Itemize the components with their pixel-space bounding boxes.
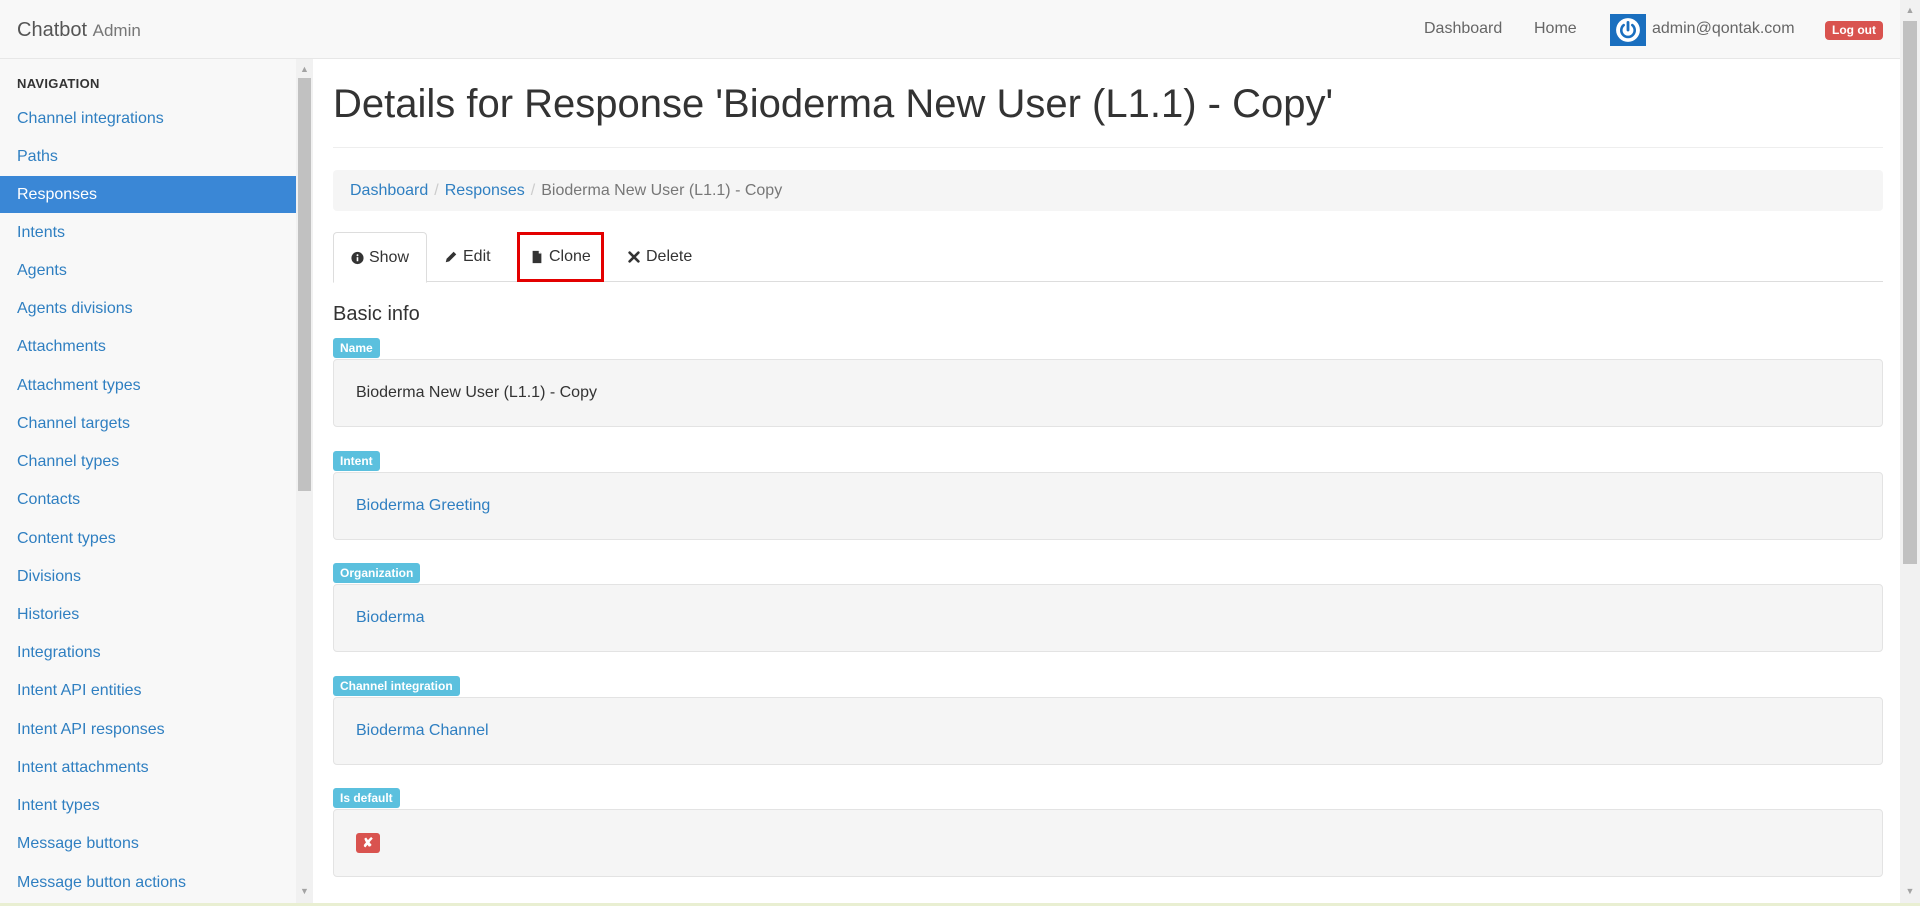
field-label-name: Name [333, 338, 380, 358]
sidebar-item-agents-divisions[interactable]: Agents divisions [0, 290, 296, 327]
times-icon [628, 251, 640, 263]
brand[interactable]: Chatbot Admin [17, 19, 141, 42]
page-scroll-down-arrow-icon[interactable]: ▼ [1900, 883, 1920, 900]
user-email[interactable]: admin@qontak.com [1652, 20, 1795, 38]
sidebar-item-channel-integrations[interactable]: Channel integrations [0, 100, 296, 137]
false-badge-icon: ✘ [356, 832, 380, 853]
sidebar-item-intent-attachments[interactable]: Intent attachments [0, 749, 296, 786]
nav-link-home[interactable]: Home [1534, 20, 1577, 38]
field-value-name: Bioderma New User (L1.1) - Copy [333, 359, 1883, 427]
field-value-is-default: ✘ [333, 809, 1883, 877]
sidebar-item-message-buttons[interactable]: Message buttons [0, 825, 296, 862]
sidebar-item-attachment-types[interactable]: Attachment types [0, 367, 296, 404]
sidebar-item-channel-targets[interactable]: Channel targets [0, 405, 296, 442]
breadcrumb-responses[interactable]: Responses [445, 182, 525, 199]
sidebar: NAVIGATION Channel integrations Paths Re… [0, 59, 296, 906]
breadcrumb: Dashboard / Responses / Bioderma New User (L… [333, 170, 1883, 211]
tab-clone-label: Clone [549, 248, 591, 265]
sidebar-header: NAVIGATION [17, 76, 100, 91]
sidebar-item-integrations[interactable]: Integrations [0, 634, 296, 671]
sidebar-item-divisions[interactable]: Divisions [0, 558, 296, 595]
info-circle-icon [351, 251, 364, 264]
breadcrumb-separator: / [434, 182, 439, 199]
breadcrumb-separator: / [530, 182, 536, 199]
sidebar-item-histories[interactable]: Histories [0, 596, 296, 633]
sidebar-item-agents[interactable]: Agents [0, 252, 296, 289]
section-title: Basic info [333, 303, 420, 325]
field-value-channel-integration[interactable]: Bioderma Channel [333, 697, 1883, 765]
page-scrollbar-thumb[interactable] [1903, 21, 1917, 564]
sidebar-item-paths[interactable]: Paths [0, 138, 296, 175]
field-label-channel-integration: Channel integration [333, 676, 460, 696]
scroll-up-arrow-icon[interactable]: ▲ [296, 61, 313, 78]
file-icon [532, 250, 542, 264]
page-scroll-up-arrow-icon[interactable]: ▲ [1900, 2, 1920, 19]
sidebar-item-intent-api-entities[interactable]: Intent API entities [0, 672, 296, 709]
field-value-intent[interactable]: Bioderma Greeting [333, 472, 1883, 540]
tab-delete-label: Delete [646, 248, 693, 265]
tab-clone[interactable]: Clone [517, 232, 604, 282]
tab-show-label: Show [368, 248, 409, 266]
sidebar-item-content-types[interactable]: Content types [0, 520, 296, 557]
avatar[interactable] [1610, 14, 1646, 46]
sidebar-item-intents[interactable]: Intents [0, 214, 296, 251]
tab-show[interactable]: Show [333, 232, 427, 283]
sidebar-item-channel-types[interactable]: Channel types [0, 443, 296, 480]
breadcrumb-dashboard[interactable]: Dashboard [350, 182, 428, 199]
logout-button[interactable]: Log out [1825, 21, 1883, 40]
sidebar-item-intent-api-responses[interactable]: Intent API responses [0, 711, 296, 748]
breadcrumb-current: Bioderma New User (L1.1) - Copy [541, 182, 783, 199]
sidebar-item-intent-types[interactable]: Intent types [0, 787, 296, 824]
field-label-is-default: Is default [333, 788, 400, 808]
power-icon [1616, 18, 1640, 42]
top-navbar: Chatbot Admin Dashboard Home admin@qonta… [0, 0, 1900, 59]
field-label-intent: Intent [333, 451, 380, 471]
sidebar-item-responses[interactable]: Responses [0, 176, 296, 213]
page-title: Details for Response 'Bioderma New User … [333, 82, 1334, 126]
sidebar-item-message-button-actions[interactable]: Message button actions [0, 864, 296, 901]
sidebar-item-attachments[interactable]: Attachments [0, 328, 296, 365]
tab-delete[interactable]: Delete [610, 232, 709, 282]
scroll-down-arrow-icon[interactable]: ▼ [296, 883, 313, 900]
tab-edit-label: Edit [463, 248, 491, 265]
sidebar-item-contacts[interactable]: Contacts [0, 481, 296, 518]
tab-edit[interactable]: Edit [427, 232, 508, 282]
brand-subtitle: Admin [92, 21, 141, 40]
field-value-organization[interactable]: Bioderma [333, 584, 1883, 652]
sidebar-scrollbar-thumb[interactable] [298, 78, 311, 491]
nav-link-dashboard[interactable]: Dashboard [1424, 20, 1502, 38]
field-label-organization: Organization [333, 563, 421, 583]
brand-title: Chatbot [17, 19, 88, 41]
pencil-icon [445, 251, 457, 263]
title-divider [333, 147, 1883, 148]
action-tabs: Show Edit Clone Delete [333, 232, 1883, 283]
